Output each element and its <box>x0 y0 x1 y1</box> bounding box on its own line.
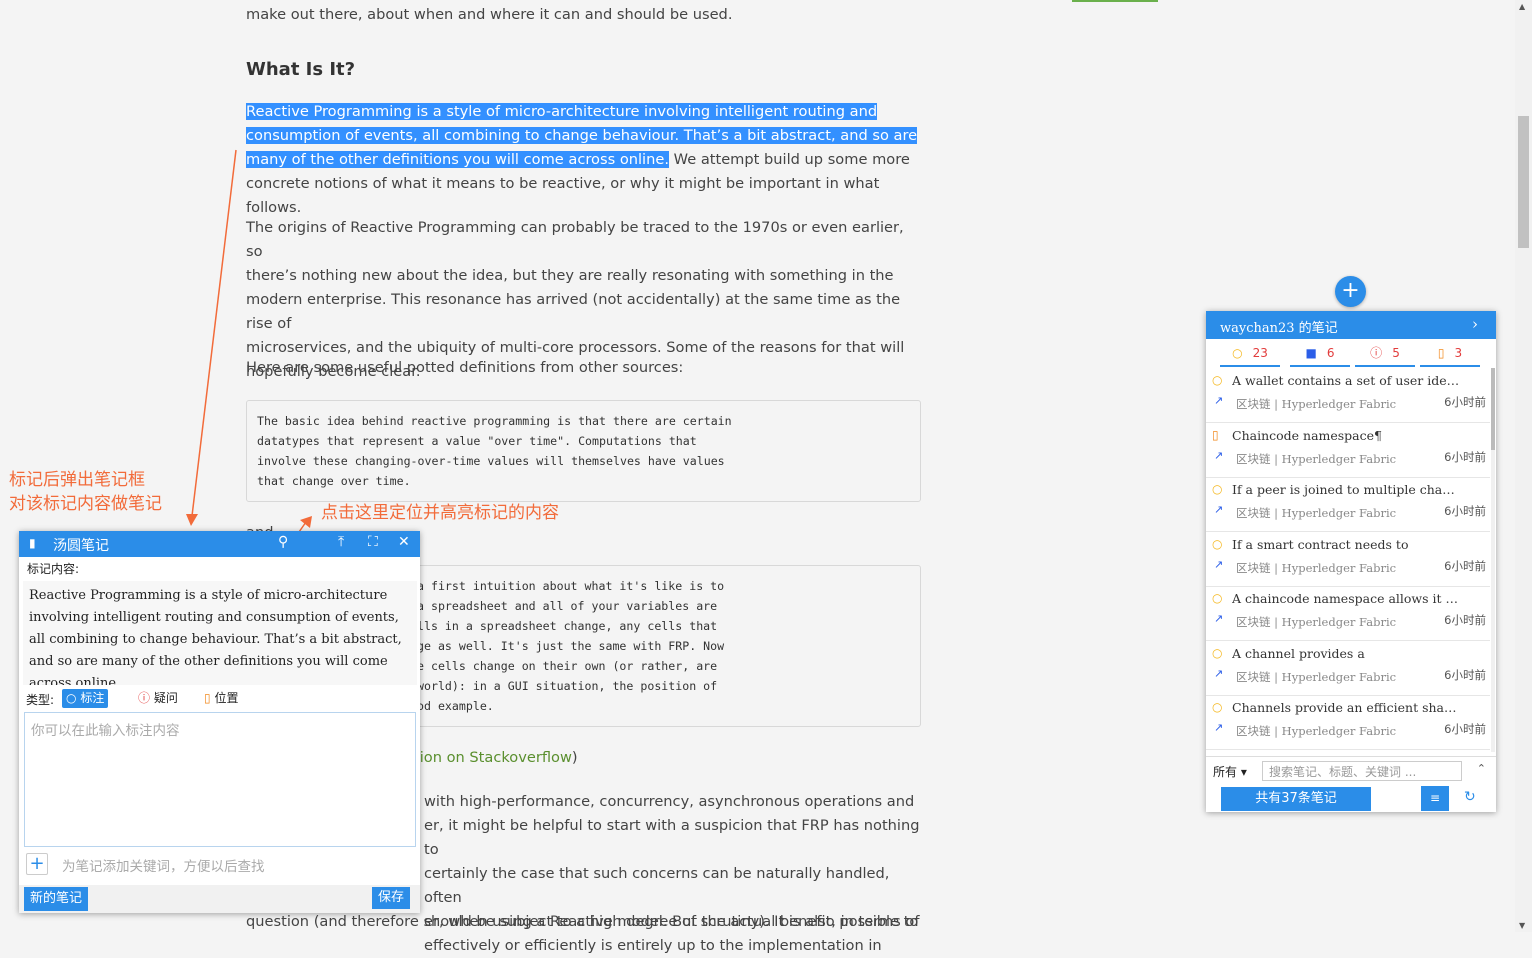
chevron-up-icon[interactable]: ⌃ <box>1477 762 1486 775</box>
note-time: 6小时前 <box>1444 613 1486 627</box>
type-selector: 类型: ○ 标注 ⓘ 疑问 ▯ 位置 <box>26 689 406 709</box>
bulb-icon: ○ <box>1212 536 1223 551</box>
note-time: 6小时前 <box>1444 504 1486 518</box>
note-list-item[interactable]: ○ If a smart contract needs to ↗ 区块链 | Hype… <box>1206 532 1490 587</box>
note-category: 区块链 | Hyperledger Fabric <box>1236 615 1397 629</box>
note-list-item[interactable]: ○ A wallet contains a set of user identit… <box>1206 368 1490 423</box>
bulb-icon: ○ <box>1212 645 1223 660</box>
location-pin-icon[interactable]: ⚲ <box>278 534 288 550</box>
note-category: 区块链 | Hyperledger Fabric <box>1236 506 1397 520</box>
search-input[interactable]: 搜索笔记、标题、关键词 ... <box>1262 761 1462 781</box>
clipboard-icon: ▯ <box>1437 346 1445 360</box>
note-time: 6小时前 <box>1444 722 1486 736</box>
note-title: Channels provide an efficient sharing o… <box>1232 700 1460 715</box>
note-list-item[interactable]: ○ Channels provide an efficient sharing o… <box>1206 695 1490 750</box>
note-list-item[interactable]: ○ A channel provides a ↗ 区块链 | Hyperledger … <box>1206 641 1490 696</box>
arrow-head <box>186 514 198 526</box>
search-row: 所有 ▾ 搜索笔记、标题、关键词 ... ⌃ <box>1206 756 1496 783</box>
note-category: 区块链 | Hyperledger Fabric <box>1236 397 1397 411</box>
panel-header[interactable]: waychan23 的笔记 › <box>1206 311 1496 339</box>
clipboard-icon: ▯ <box>204 691 211 705</box>
type-location-button[interactable]: ▯ 位置 <box>200 689 242 708</box>
external-link-icon[interactable]: ↗ <box>1214 667 1223 680</box>
note-title: A channel provides a <box>1232 645 1365 661</box>
note-category: 区块链 | Hyperledger Fabric <box>1236 724 1397 738</box>
note-category: 区块链 | Hyperledger Fabric <box>1236 451 1397 466</box>
panel-scroll-thumb[interactable] <box>1491 368 1495 450</box>
save-button[interactable]: 保存 <box>372 887 411 909</box>
expand-icon[interactable]: ⛶ <box>368 534 378 550</box>
bulb-icon: ○ <box>66 691 77 705</box>
stat-questions[interactable]: ⓘ 5 <box>1355 341 1415 367</box>
note-title: If a peer is joined to multiple channels… <box>1232 482 1460 497</box>
question-icon: ⓘ <box>138 691 151 705</box>
note-popup[interactable]: ▮ 汤圆笔记 ⚲ ⤒ ⛶ ✕ 标记内容: Reactive Programmin… <box>19 531 420 913</box>
external-link-icon[interactable]: ↗ <box>1214 394 1223 407</box>
annotation-mid: 点击这里定位并高亮标记的内容 <box>321 503 559 523</box>
bulb-icon: ○ <box>1232 346 1243 360</box>
external-link-icon[interactable]: ↗ <box>1214 612 1223 625</box>
note-time: 6小时前 <box>1444 449 1486 464</box>
note-title: A wallet contains a set of user identiti… <box>1232 373 1460 388</box>
video-icon: ■ <box>1305 346 1317 360</box>
clipboard-icon: ▯ <box>1212 427 1219 442</box>
bulb-icon: ○ <box>1212 373 1223 387</box>
panel-scrollbar[interactable] <box>1491 368 1495 752</box>
popup-title: 汤圆笔记 <box>53 538 109 554</box>
add-note-fab[interactable]: + <box>1335 276 1366 307</box>
mark-content: Reactive Programming is a style of micro… <box>23 581 417 685</box>
note-time: 6小时前 <box>1444 667 1486 682</box>
note-title: Chaincode namespace¶ <box>1232 427 1382 443</box>
external-link-icon[interactable]: ↗ <box>1214 721 1223 734</box>
notes-panel[interactable]: waychan23 的笔记 › ○ 23 ■ 6 ⓘ 5 ▯ 3 ○ A wallet c… <box>1206 311 1496 812</box>
note-list-item[interactable]: ○ If a peer is joined to multiple channel… <box>1206 477 1490 532</box>
note-time: 6小时前 <box>1444 395 1486 409</box>
popup-header[interactable]: ▮ 汤圆笔记 ⚲ ⤒ ⛶ ✕ <box>19 531 420 557</box>
arrow-head <box>300 516 312 528</box>
filter-dropdown[interactable]: 所有 ▾ <box>1213 763 1247 780</box>
bookmark-icon: ▮ <box>29 536 36 550</box>
chevron-right-icon[interactable]: › <box>1472 315 1478 333</box>
arrow-line <box>191 149 237 517</box>
new-note-button[interactable]: 新的笔记 <box>24 887 89 911</box>
type-annotate-button[interactable]: ○ 标注 <box>62 689 109 708</box>
keyword-input[interactable]: 为笔记添加关键词，方便以后查找 <box>62 855 265 875</box>
question-icon: ⓘ <box>1370 346 1383 360</box>
note-time: 6小时前 <box>1444 558 1486 573</box>
stat-locations[interactable]: ▯ 3 <box>1420 341 1480 367</box>
bulb-icon: ○ <box>1212 482 1223 496</box>
note-list-item[interactable]: ○ A chaincode namespace allows it to ke… ↗… <box>1206 586 1490 641</box>
stat-annotations[interactable]: ○ 23 <box>1220 341 1280 367</box>
note-title: If a smart contract needs to <box>1232 536 1409 552</box>
pin-top-icon[interactable]: ⤒ <box>338 534 344 550</box>
close-icon[interactable]: ✕ <box>398 534 410 550</box>
mark-content-label: 标记内容: <box>27 562 80 576</box>
note-type-stats: ○ 23 ■ 6 ⓘ 5 ▯ 3 <box>1206 341 1496 367</box>
filter-icon[interactable]: ≡ <box>1421 786 1449 811</box>
keyword-row: + 为笔记添加关键词，方便以后查找 <box>24 851 416 879</box>
stat-videos[interactable]: ■ 6 <box>1290 341 1350 367</box>
note-category: 区块链 | Hyperledger Fabric <box>1236 560 1397 575</box>
type-question-button[interactable]: ⓘ 疑问 <box>134 689 182 708</box>
note-textarea[interactable]: 你可以在此输入标注内容 <box>24 712 416 847</box>
note-title: A chaincode namespace allows it to ke… <box>1232 591 1460 606</box>
external-link-icon[interactable]: ↗ <box>1214 558 1223 571</box>
note-list-item[interactable]: ▯ Chaincode namespace¶ ↗ 区块链 | Hyperledger … <box>1206 423 1490 478</box>
refresh-icon[interactable]: ↻ <box>1464 789 1476 805</box>
note-category: 区块链 | Hyperledger Fabric <box>1236 669 1397 684</box>
add-keyword-button[interactable]: + <box>26 853 48 875</box>
notes-list: ○ A wallet contains a set of user identit… <box>1206 368 1490 752</box>
panel-title: waychan23 的笔记 <box>1220 321 1338 336</box>
notes-count-button[interactable]: 共有37条笔记 <box>1221 787 1371 811</box>
bulb-icon: ○ <box>1212 591 1223 605</box>
bulb-icon: ○ <box>1212 700 1223 714</box>
popup-footer: 新的笔记 保存 <box>19 885 420 913</box>
annotation-left: 标记后弹出笔记框 对该标记内容做笔记 <box>9 470 162 514</box>
external-link-icon[interactable]: ↗ <box>1214 503 1223 516</box>
external-link-icon[interactable]: ↗ <box>1214 449 1223 462</box>
type-label: 类型: <box>26 693 55 707</box>
